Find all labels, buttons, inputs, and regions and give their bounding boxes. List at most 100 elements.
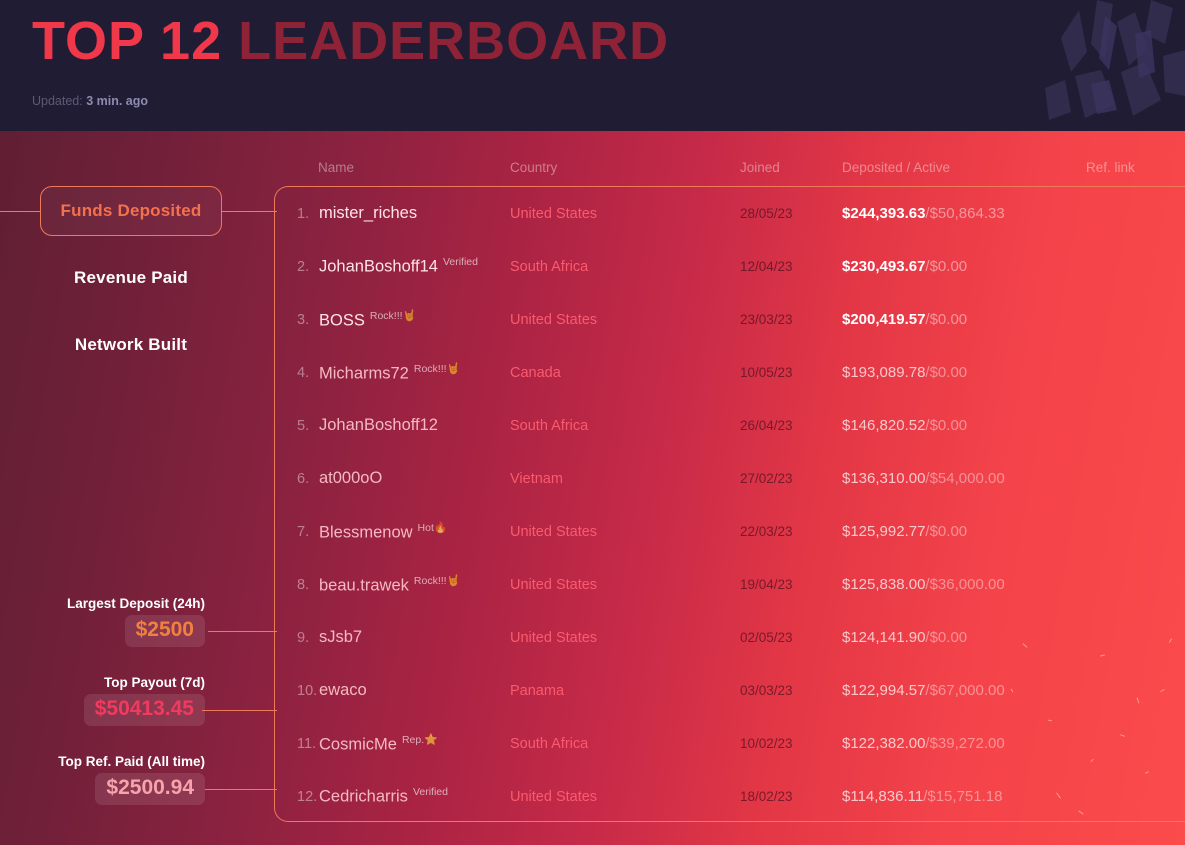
row-deposited-amount: $136,310.00 <box>842 470 926 487</box>
stat-top-payout-title: Top Payout (7d) <box>104 675 205 690</box>
row-rank: 6. <box>297 470 310 487</box>
row-rank: 4. <box>297 364 310 381</box>
row-badge-emoji-icon: 🤘 <box>446 574 461 587</box>
table-row[interactable]: 1. mister_riches United States 28/05/23 $244… <box>274 187 1185 240</box>
row-username[interactable]: CosmicMe Rep.⭐ <box>319 733 438 755</box>
row-username[interactable]: sJsb7 <box>319 628 362 647</box>
stat-largest-deposit-value: $2500 <box>124 615 205 647</box>
row-joined-date: 18/02/23 <box>740 789 793 804</box>
table-row[interactable]: 12. Cedricharris Verified United States 18/0… <box>274 770 1185 823</box>
table-row[interactable]: 7. Blessmenow Hot🔥 United States 22/03/23 $12… <box>274 505 1185 558</box>
table-row[interactable]: 2. JohanBoshoff14 Verified South Africa 12/0… <box>274 240 1185 293</box>
row-active-amount: $54,000.00 <box>929 470 1005 487</box>
table-row[interactable]: 9. sJsb7 United States 02/05/23 $124,141.90/… <box>274 611 1185 664</box>
row-badge-emoji-icon: 🔥 <box>433 521 448 534</box>
table-row[interactable]: 8. beau.trawek Rock!!!🤘 United States 19/04/… <box>274 558 1185 611</box>
row-rank: 7. <box>297 523 310 540</box>
row-deposited-active: $146,820.52/$0.00 <box>842 417 967 434</box>
row-deposited-active: $125,838.00/$36,000.00 <box>842 576 1005 593</box>
stat-top-ref-paid: Top Ref. Paid (All time) $2500.94 <box>0 754 277 833</box>
row-active-amount: $36,000.00 <box>929 576 1005 593</box>
row-deposited-amount: $114,836.11 <box>842 788 924 805</box>
row-deposited-amount: $193,089.78 <box>842 364 926 381</box>
tab-network-built-label: Network Built <box>74 335 188 354</box>
row-username[interactable]: beau.trawek Rock!!!🤘 <box>319 574 460 596</box>
row-joined-date: 12/04/23 <box>740 259 793 274</box>
row-active-amount: $67,000.00 <box>929 682 1005 699</box>
row-rank: 12. <box>297 788 318 805</box>
stat-connector-line <box>208 631 277 632</box>
tab-revenue-paid-label: Revenue Paid <box>74 268 188 287</box>
row-joined-date: 27/02/23 <box>740 471 793 486</box>
row-username[interactable]: at000oO <box>319 469 382 488</box>
row-username[interactable]: JohanBoshoff14 Verified <box>319 256 478 277</box>
row-username[interactable]: JohanBoshoff12 <box>319 416 438 435</box>
leaderboard-rows: 1. mister_riches United States 28/05/23 $244… <box>274 187 1185 821</box>
row-country: United States <box>510 523 598 540</box>
row-country: Vietnam <box>510 470 563 487</box>
row-deposited-active: $193,089.78/$0.00 <box>842 364 967 381</box>
row-badge-label: Hot <box>417 521 434 534</box>
row-badge-emoji-icon: 🤘 <box>446 362 461 375</box>
row-badge-emoji-icon: 🤘 <box>402 309 417 322</box>
row-deposited-active: $230,493.67/$0.00 <box>842 258 967 275</box>
page-title-primary: TOP 12 <box>32 11 223 71</box>
row-country: United States <box>510 205 598 222</box>
row-badge: Rock!!!🤘 <box>414 363 460 375</box>
stat-largest-deposit-title: Largest Deposit (24h) <box>66 596 205 611</box>
row-active-amount: $50,864.33 <box>929 205 1005 222</box>
row-badge: Rock!!!🤘 <box>370 310 416 322</box>
table-row[interactable]: 6. at000oO Vietnam 27/02/23 $136,310.00/$54,… <box>274 452 1185 505</box>
row-joined-date: 10/02/23 <box>740 736 793 751</box>
stat-connector-line <box>202 710 277 711</box>
row-badge: Verified <box>443 256 478 268</box>
row-deposited-active: $244,393.63/$50,864.33 <box>842 205 1005 222</box>
stat-top-payout: Top Payout (7d) $50413.45 <box>0 675 277 754</box>
row-badge: Verified <box>413 786 448 798</box>
tab-connector-left <box>0 211 40 212</box>
row-deposited-amount: $122,994.57 <box>842 682 926 699</box>
row-badge: Rock!!!🤘 <box>414 575 460 587</box>
decorative-crystal-shards <box>1045 0 1185 120</box>
row-username-text: Blessmenow <box>319 523 413 542</box>
tab-revenue-paid[interactable]: Revenue Paid <box>0 253 275 320</box>
row-joined-date: 22/03/23 <box>740 524 793 539</box>
table-row[interactable]: 4. Micharms72 Rock!!!🤘 Canada 10/05/23 $193,0… <box>274 346 1185 399</box>
row-username-text: Micharms72 <box>319 364 409 383</box>
row-rank: 3. <box>297 311 310 328</box>
page-title-secondary: LEADERBOARD <box>238 11 670 71</box>
table-header-row: Name Country Joined Deposited / Active R… <box>318 160 1178 186</box>
row-country: South Africa <box>510 735 589 752</box>
row-deposited-active: $114,836.11/$15,751.18 <box>842 788 1002 805</box>
row-username[interactable]: Blessmenow Hot🔥 <box>319 521 448 543</box>
table-row[interactable]: 3. BOSS Rock!!!🤘 United States 23/03/23 $200,… <box>274 293 1185 346</box>
table-row[interactable]: 5. JohanBoshoff12 South Africa 26/04/23 $146… <box>274 399 1185 452</box>
row-deposited-amount: $124,141.90 <box>842 629 926 646</box>
row-active-amount: $0.00 <box>929 258 968 275</box>
stat-top-ref-paid-value: $2500.94 <box>95 773 205 805</box>
row-username-text: mister_riches <box>319 204 418 222</box>
tab-network-built[interactable]: Network Built <box>0 320 275 387</box>
tab-connector-right <box>222 211 277 212</box>
row-username[interactable]: Cedricharris Verified <box>319 786 448 807</box>
row-badge: Rep.⭐ <box>402 734 438 746</box>
row-badge-label: Rep. <box>401 733 425 746</box>
row-active-amount: $0.00 <box>929 629 968 646</box>
page-title: TOP 12 LEADERBOARD <box>32 8 669 74</box>
row-deposited-active: $125,992.77/$0.00 <box>842 523 967 540</box>
row-username[interactable]: mister_riches <box>319 204 417 223</box>
tab-funds-deposited[interactable]: Funds Deposited <box>0 186 277 253</box>
row-username-text: BOSS <box>319 311 365 330</box>
row-username[interactable]: Micharms72 Rock!!!🤘 <box>319 362 460 384</box>
row-country: United States <box>510 576 598 593</box>
row-username-text: Cedricharris <box>319 787 408 806</box>
row-username-text: at000oO <box>319 469 383 487</box>
updated-value: 3 min. ago <box>86 94 149 108</box>
table-row[interactable]: 10. ewaco Panama 03/03/23 $122,994.57/$67,00… <box>274 664 1185 717</box>
table-row[interactable]: 11. CosmicMe Rep.⭐ South Africa 10/02/23 $122… <box>274 717 1185 770</box>
row-username[interactable]: BOSS Rock!!!🤘 <box>319 309 416 331</box>
row-country: Panama <box>510 682 565 699</box>
row-rank: 2. <box>297 258 310 275</box>
row-username[interactable]: ewaco <box>319 681 367 700</box>
summary-stats: Largest Deposit (24h) $2500 Top Payout (… <box>0 596 277 833</box>
